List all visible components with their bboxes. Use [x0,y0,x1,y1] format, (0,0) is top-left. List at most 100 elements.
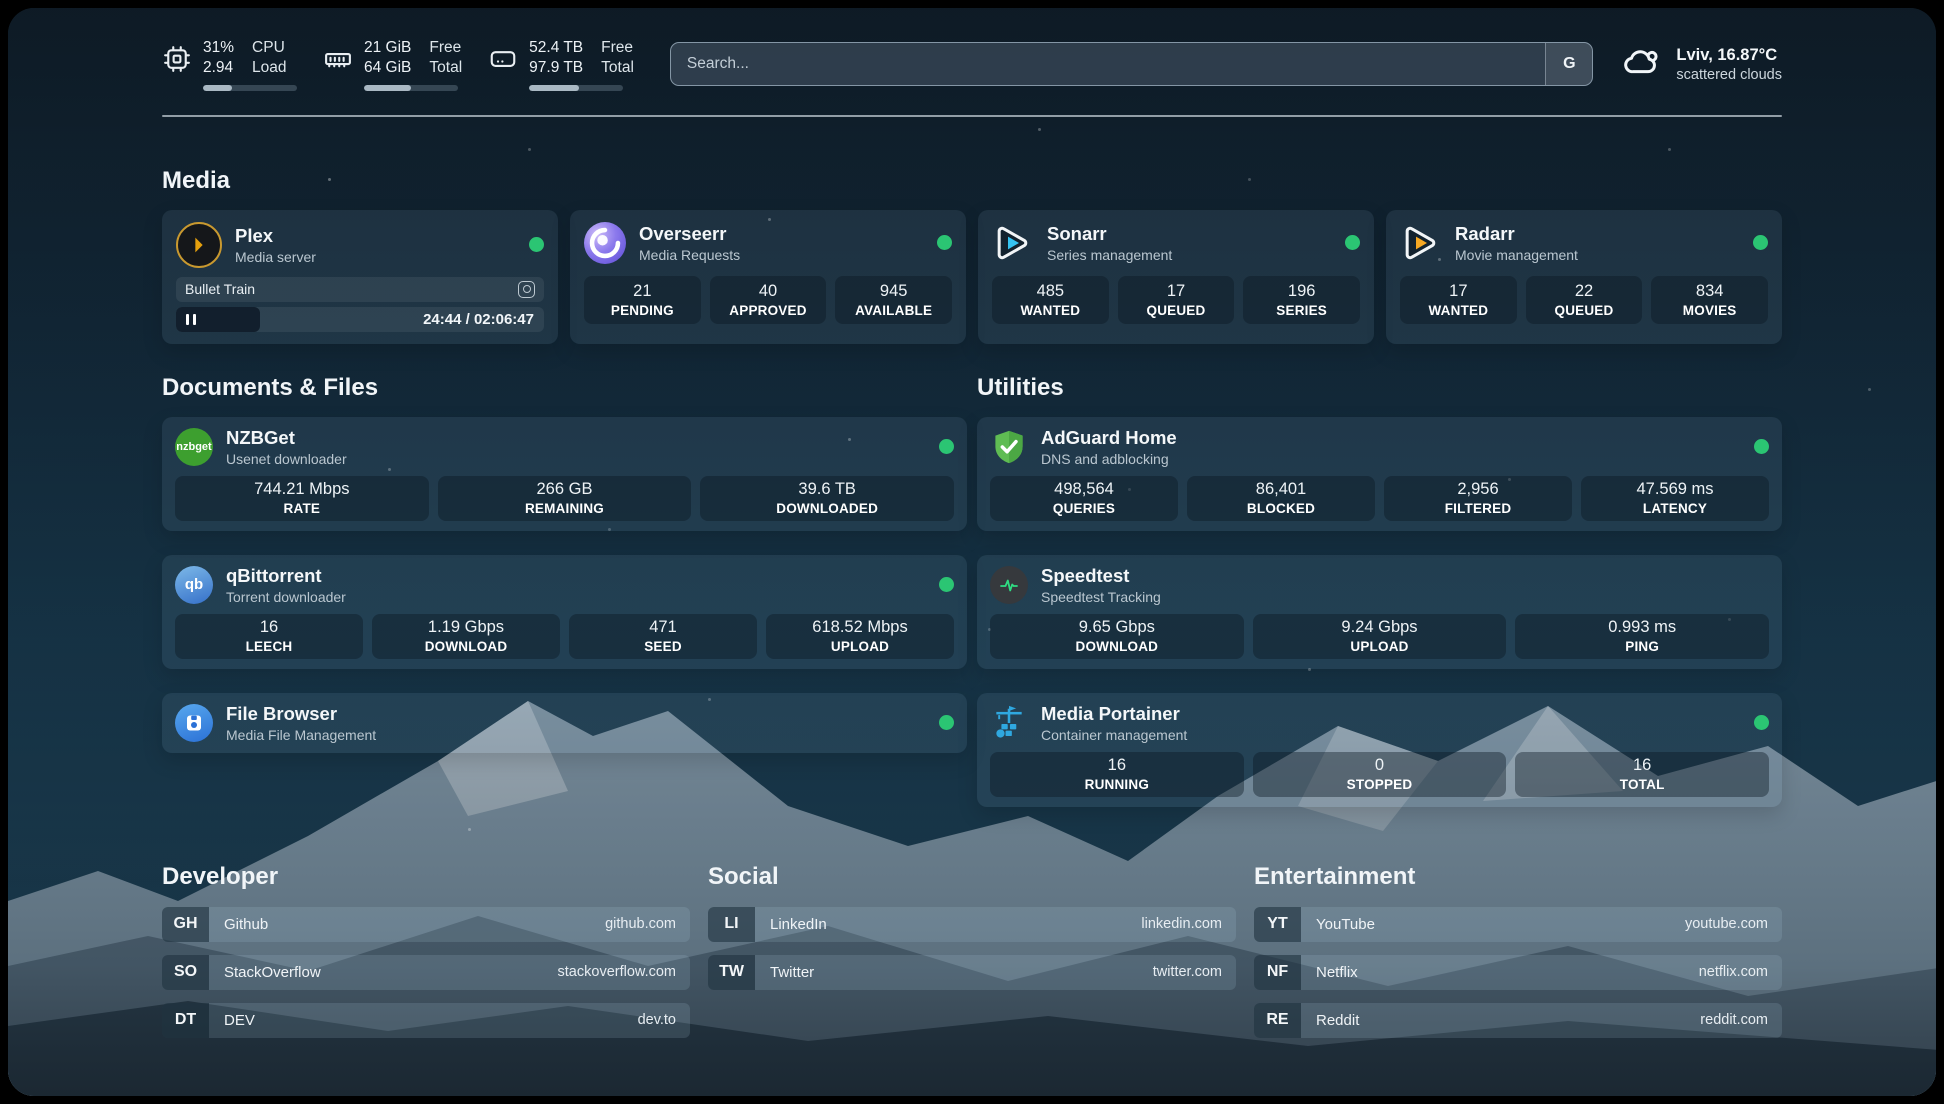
stat-queued: 17QUEUED [1118,276,1235,324]
service-card-radarr[interactable]: Radarr Movie management 17WANTED 22QUEUE… [1386,210,1782,344]
disk-progress-bar [529,85,623,91]
card-subtitle: Media server [235,249,316,265]
section-title-documents: Documents & Files [162,374,967,402]
card-title: AdGuard Home [1041,427,1177,449]
section-title-utilities: Utilities [977,374,1782,402]
status-dot-online [939,577,954,592]
bookmark-name: Github [209,916,268,933]
dashboard-root: 31%2.94 CPULoad [8,8,1936,1096]
stat-download: 9.65 GbpsDOWNLOAD [990,614,1244,659]
card-title: Speedtest [1041,565,1161,587]
section-title-entertainment: Entertainment [1254,863,1782,891]
bookmark-linkedin[interactable]: LI LinkedIn linkedin.com [708,907,1236,942]
speedtest-icon [990,566,1028,604]
disk-labels: FreeTotal [601,38,634,79]
card-title: Media Portainer [1041,703,1187,725]
bookmark-url: linkedin.com [1141,916,1236,932]
card-subtitle: DNS and adblocking [1041,451,1177,467]
playback-progress-bar: 24:44 / 02:06:47 [176,307,544,332]
card-title: qBittorrent [226,565,346,587]
service-card-plex[interactable]: Plex Media server Bullet Train 24:44 / [162,210,558,344]
filebrowser-icon [175,704,213,742]
stat-movies: 834MOVIES [1651,276,1768,324]
weather-location-temp: Lviv, 16.87°C [1676,46,1782,65]
section-documents: Documents & Files nzbget NZBGet Usenet d… [162,374,967,753]
cpu-progress-bar [203,85,297,91]
service-card-nzbget[interactable]: nzbget NZBGet Usenet downloader 744.21 M… [162,417,967,531]
bookmark-dev[interactable]: DT DEV dev.to [162,1003,690,1038]
service-card-filebrowser[interactable]: File Browser Media File Management [162,693,967,753]
bookmark-url: youtube.com [1685,916,1782,932]
card-title: NZBGet [226,427,347,449]
stat-series: 196SERIES [1243,276,1360,324]
bookmark-name: Twitter [755,964,814,981]
search-engine-button[interactable]: G [1545,43,1592,85]
stat-filtered: 2,956FILTERED [1384,476,1572,521]
disk-icon [488,44,518,79]
card-subtitle: Media File Management [226,727,376,743]
pause-icon [186,314,189,325]
status-dot-online [1754,439,1769,454]
card-title: File Browser [226,703,376,725]
bookmark-youtube[interactable]: YT YouTube youtube.com [1254,907,1782,942]
service-card-portainer[interactable]: Media Portainer Container management 16R… [977,693,1782,807]
stat-queries: 498,564QUERIES [990,476,1178,521]
status-dot-online [939,715,954,730]
bookmark-abbr: GH [162,907,209,942]
card-subtitle: Movie management [1455,247,1578,263]
bookmark-name: LinkedIn [755,916,827,933]
qbittorrent-icon: qb [175,566,213,604]
cpu-values: 31%2.94 [203,38,234,79]
bookmark-url: stackoverflow.com [558,964,690,980]
status-dot-online [1753,235,1768,250]
status-dot-online [939,439,954,454]
bookmark-abbr: TW [708,955,755,990]
bookmark-abbr: NF [1254,955,1301,990]
bookmark-stackoverflow[interactable]: SO StackOverflow stackoverflow.com [162,955,690,990]
card-subtitle: Container management [1041,727,1187,743]
card-title: Overseerr [639,223,740,245]
section-utilities: Utilities [977,374,1782,807]
weather-widget[interactable]: Lviv, 16.87°C scattered clouds [1621,41,1782,88]
radarr-icon [1400,222,1442,264]
bookmark-netflix[interactable]: NF Netflix netflix.com [1254,955,1782,990]
stat-stopped: 0STOPPED [1253,752,1507,797]
bookmark-github[interactable]: GH Github github.com [162,907,690,942]
service-card-qbittorrent[interactable]: qb qBittorrent Torrent downloader 16LEEC… [162,555,967,669]
playback-progress-fill [176,307,260,332]
overseerr-icon [584,222,626,264]
stat-available: 945AVAILABLE [835,276,952,324]
card-subtitle: Torrent downloader [226,589,346,605]
search-input[interactable] [671,55,1546,73]
section-title-media: Media [162,167,1782,195]
bookmark-url: github.com [605,916,690,932]
stat-rate: 744.21 MbpsRATE [175,476,429,521]
service-card-sonarr[interactable]: Sonarr Series management 485WANTED 17QUE… [978,210,1374,344]
status-dot-online [1754,715,1769,730]
now-playing-row[interactable]: Bullet Train [176,277,544,302]
media-type-icon [518,281,535,298]
service-card-overseerr[interactable]: Overseerr Media Requests 21PENDING 40APP… [570,210,966,344]
weather-condition: scattered clouds [1676,67,1782,83]
stat-ping: 0.993 msPING [1515,614,1769,659]
search-bar[interactable]: G [670,42,1594,86]
stat-approved: 40APPROVED [710,276,827,324]
section-title-developer: Developer [162,863,690,891]
portainer-icon [990,704,1028,742]
bookmark-twitter[interactable]: TW Twitter twitter.com [708,955,1236,990]
stat-wanted: 485WANTED [992,276,1109,324]
card-title: Sonarr [1047,223,1172,245]
bookmark-abbr: YT [1254,907,1301,942]
section-media: Media Plex Media server [162,167,1782,344]
stat-running: 16RUNNING [990,752,1244,797]
bookmark-reddit[interactable]: RE Reddit reddit.com [1254,1003,1782,1038]
stat-pending: 21PENDING [584,276,701,324]
service-card-adguard[interactable]: AdGuard Home DNS and adblocking 498,564Q… [977,417,1782,531]
bookmark-abbr: DT [162,1003,209,1038]
pause-icon [193,314,196,325]
disk-metric: 52.4 TB97.9 TB FreeTotal [488,38,634,91]
card-title: Plex [235,225,316,247]
memory-metric: 21 GiB64 GiB FreeTotal [323,38,462,91]
section-entertainment: Entertainment YT YouTube youtube.com NF … [1254,863,1782,1038]
service-card-speedtest[interactable]: Speedtest Speedtest Tracking 9.65 GbpsDO… [977,555,1782,669]
